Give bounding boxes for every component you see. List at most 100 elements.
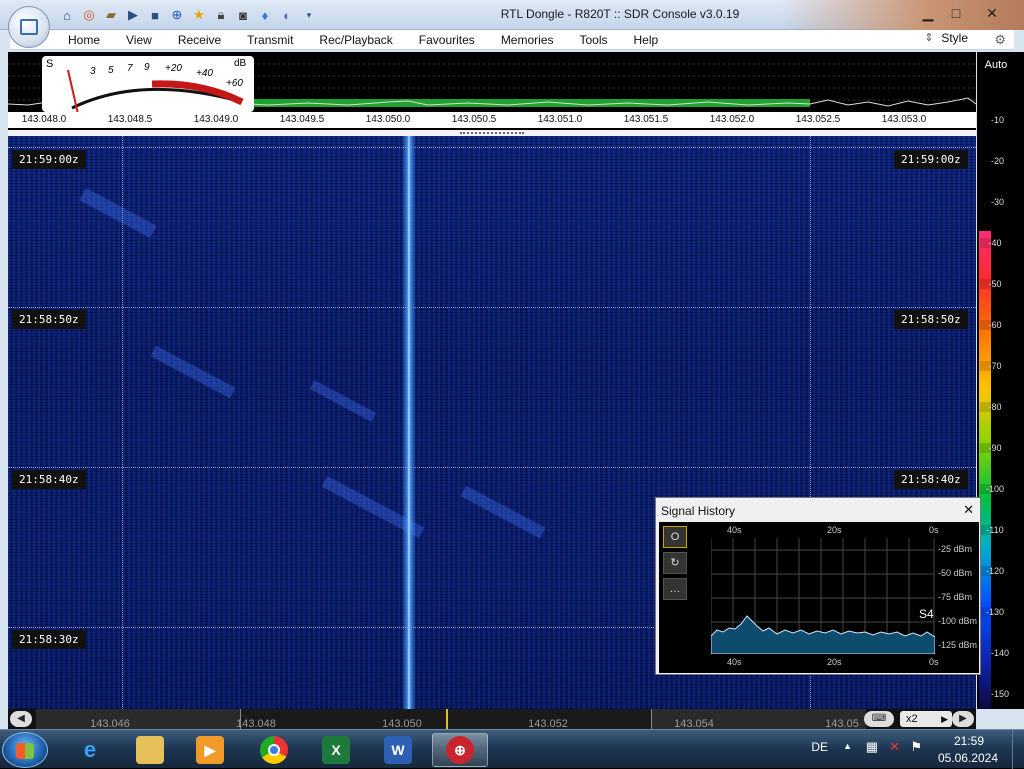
camera-icon[interactable]: ◙: [234, 6, 252, 24]
taskbar-word[interactable]: W: [370, 733, 426, 767]
close-icon[interactable]: ✕: [963, 502, 974, 518]
smeter-label-60: +60: [226, 78, 243, 89]
play-icon[interactable]: ▶: [124, 6, 142, 24]
tray-expand-icon[interactable]: ▲: [843, 741, 852, 751]
quick-access-toolbar: ⌂ ◎ ▰ ▶ ■ ⊕ ★ 🔒︎ ◙ ♦ ◐ ▾: [58, 6, 318, 24]
gear-icon[interactable]: ⚙: [994, 32, 1006, 48]
history-db-label: -25 dBm: [938, 544, 973, 554]
taskbar-chrome[interactable]: [246, 733, 302, 767]
level-scale[interactable]: Auto -10 -20 -30 -40 -50 -60 -70 -80 -90…: [977, 52, 1024, 709]
time-gridline: [8, 467, 976, 468]
network-icon[interactable]: ▦: [866, 739, 878, 755]
style-menu[interactable]: Style: [925, 31, 968, 45]
scroll-left-button[interactable]: ◀: [10, 711, 32, 727]
filter-edge-left[interactable]: [122, 136, 123, 709]
signal-history-title: Signal History: [661, 504, 736, 518]
lifebuoy-icon[interactable]: ◎: [80, 6, 98, 24]
level-tick: -130: [980, 607, 1010, 617]
frequency-axis[interactable]: 143.048.0 143.048.5 143.049.0 143.049.5 …: [8, 112, 976, 128]
mouse-icon[interactable]: ◐: [278, 6, 296, 24]
start-button[interactable]: [2, 732, 48, 768]
freq-tick: 143.052.0: [709, 114, 755, 125]
overview-axis[interactable]: 143.046 143.048 143.050 143.052 143.054 …: [36, 709, 866, 730]
menu-favourites[interactable]: Favourites: [406, 33, 488, 47]
history-top-label: 40s: [727, 525, 742, 535]
history-bottom-label: 0s: [929, 657, 939, 667]
maximize-button[interactable]: □: [942, 2, 970, 24]
spectrum-panel[interactable]: S 3 5 7 9 +20 +40 +60 dB 143.048.0 143.0…: [8, 52, 976, 132]
level-tick: -20: [991, 156, 1005, 166]
chevron-right-icon: ▶: [941, 714, 948, 724]
star-icon[interactable]: ★: [190, 6, 208, 24]
menu-help[interactable]: Help: [621, 33, 672, 47]
more-button[interactable]: …: [663, 578, 687, 600]
freq-tick: 143.051.5: [623, 114, 669, 125]
time-gridline: [8, 147, 976, 148]
carrier-trace: [402, 136, 416, 709]
volume-icon[interactable]: ✕: [889, 739, 900, 755]
taskbar-explorer[interactable]: [122, 733, 178, 767]
folder-icon: [136, 736, 164, 764]
timestamp-right: 21:58:50z: [894, 310, 968, 329]
frequency-scrollbar[interactable]: ◀ 143.046 143.048 143.050 143.052 143.05…: [8, 709, 976, 730]
plus-icon[interactable]: ⊕: [168, 6, 186, 24]
scroll-right-button[interactable]: ▶: [952, 711, 974, 727]
taskbar-sdr-console[interactable]: ⊕: [432, 733, 488, 767]
auto-level-button[interactable]: Auto: [977, 54, 1015, 76]
record-button[interactable]: O: [663, 526, 687, 548]
show-desktop-button[interactable]: [1012, 730, 1024, 769]
word-icon: W: [384, 736, 412, 764]
keyboard-icon[interactable]: ⌨: [864, 711, 894, 727]
level-tick: -10: [991, 115, 1005, 125]
title-bar: ⌂ ◎ ▰ ▶ ■ ⊕ ★ 🔒︎ ◙ ♦ ◐ ▾ RTL Dongle - R8…: [0, 0, 1024, 48]
history-db-label: -75 dBm: [938, 592, 973, 602]
level-tick: -50: [980, 279, 1010, 289]
menu-memories[interactable]: Memories: [488, 33, 567, 47]
taskbar-ie[interactable]: e: [62, 733, 118, 767]
menu-view[interactable]: View: [113, 33, 165, 47]
menu-transmit[interactable]: Transmit: [234, 33, 306, 47]
history-db-label: -125 dBm: [938, 640, 978, 650]
freq-tick: 143.048.0: [21, 114, 67, 125]
folder-icon[interactable]: ▰: [102, 6, 120, 24]
app-menu-orb[interactable]: [8, 6, 50, 48]
minimize-button[interactable]: ▁: [914, 2, 942, 24]
clock-date[interactable]: 05.06.2024: [938, 751, 998, 765]
close-button[interactable]: ✕: [978, 2, 1006, 24]
window-title: RTL Dongle - R820T :: SDR Console v3.0.1…: [500, 7, 740, 21]
time-gridline: [8, 307, 976, 308]
smeter-label-9: 9: [144, 62, 150, 73]
zoom-selector[interactable]: x2 ▶: [900, 711, 952, 727]
windows-logo-icon: [16, 743, 34, 759]
internet-explorer-icon: e: [83, 737, 97, 762]
menu-rec-playback[interactable]: Rec/Playback: [306, 33, 405, 47]
history-top-label: 0s: [929, 525, 939, 535]
lock-icon[interactable]: 🔒︎: [212, 6, 230, 24]
timestamp-left: 21:59:00z: [12, 150, 86, 169]
drop-icon[interactable]: ♦: [256, 6, 274, 24]
taskbar-excel[interactable]: X: [308, 733, 364, 767]
menu-tools[interactable]: Tools: [567, 33, 621, 47]
menu-receive[interactable]: Receive: [165, 33, 234, 47]
smeter-label-5: 5: [108, 65, 114, 76]
action-center-icon[interactable]: ⚑: [910, 739, 922, 755]
smeter-db-label: dB: [234, 58, 247, 69]
language-indicator[interactable]: DE: [811, 740, 828, 754]
clock-time[interactable]: 21:59: [954, 734, 984, 748]
level-tick: -30: [991, 197, 1005, 207]
dropdown-icon[interactable]: ▾: [300, 6, 318, 24]
stop-icon[interactable]: ■: [146, 6, 164, 24]
zoom-label: x2: [906, 713, 918, 725]
freq-tick: 143.051.0: [537, 114, 583, 125]
level-tick: -140: [991, 648, 1010, 658]
menu-home[interactable]: Home: [55, 33, 113, 47]
level-tick: -110: [980, 525, 1010, 535]
smeter-label-40: +40: [196, 68, 213, 79]
home-icon[interactable]: ⌂: [58, 6, 76, 24]
signal-history-window[interactable]: Signal History ✕ O ↻ … 40s 20s 0s 40s 20…: [655, 497, 981, 675]
taskbar-media[interactable]: ▶: [182, 733, 238, 767]
refresh-button[interactable]: ↻: [663, 552, 687, 574]
timestamp-right: 21:58:40z: [894, 470, 968, 489]
freq-tick: 143.050.0: [365, 114, 411, 125]
app-window: ⌂ ◎ ▰ ▶ ■ ⊕ ★ 🔒︎ ◙ ♦ ◐ ▾ RTL Dongle - R8…: [0, 0, 1024, 730]
